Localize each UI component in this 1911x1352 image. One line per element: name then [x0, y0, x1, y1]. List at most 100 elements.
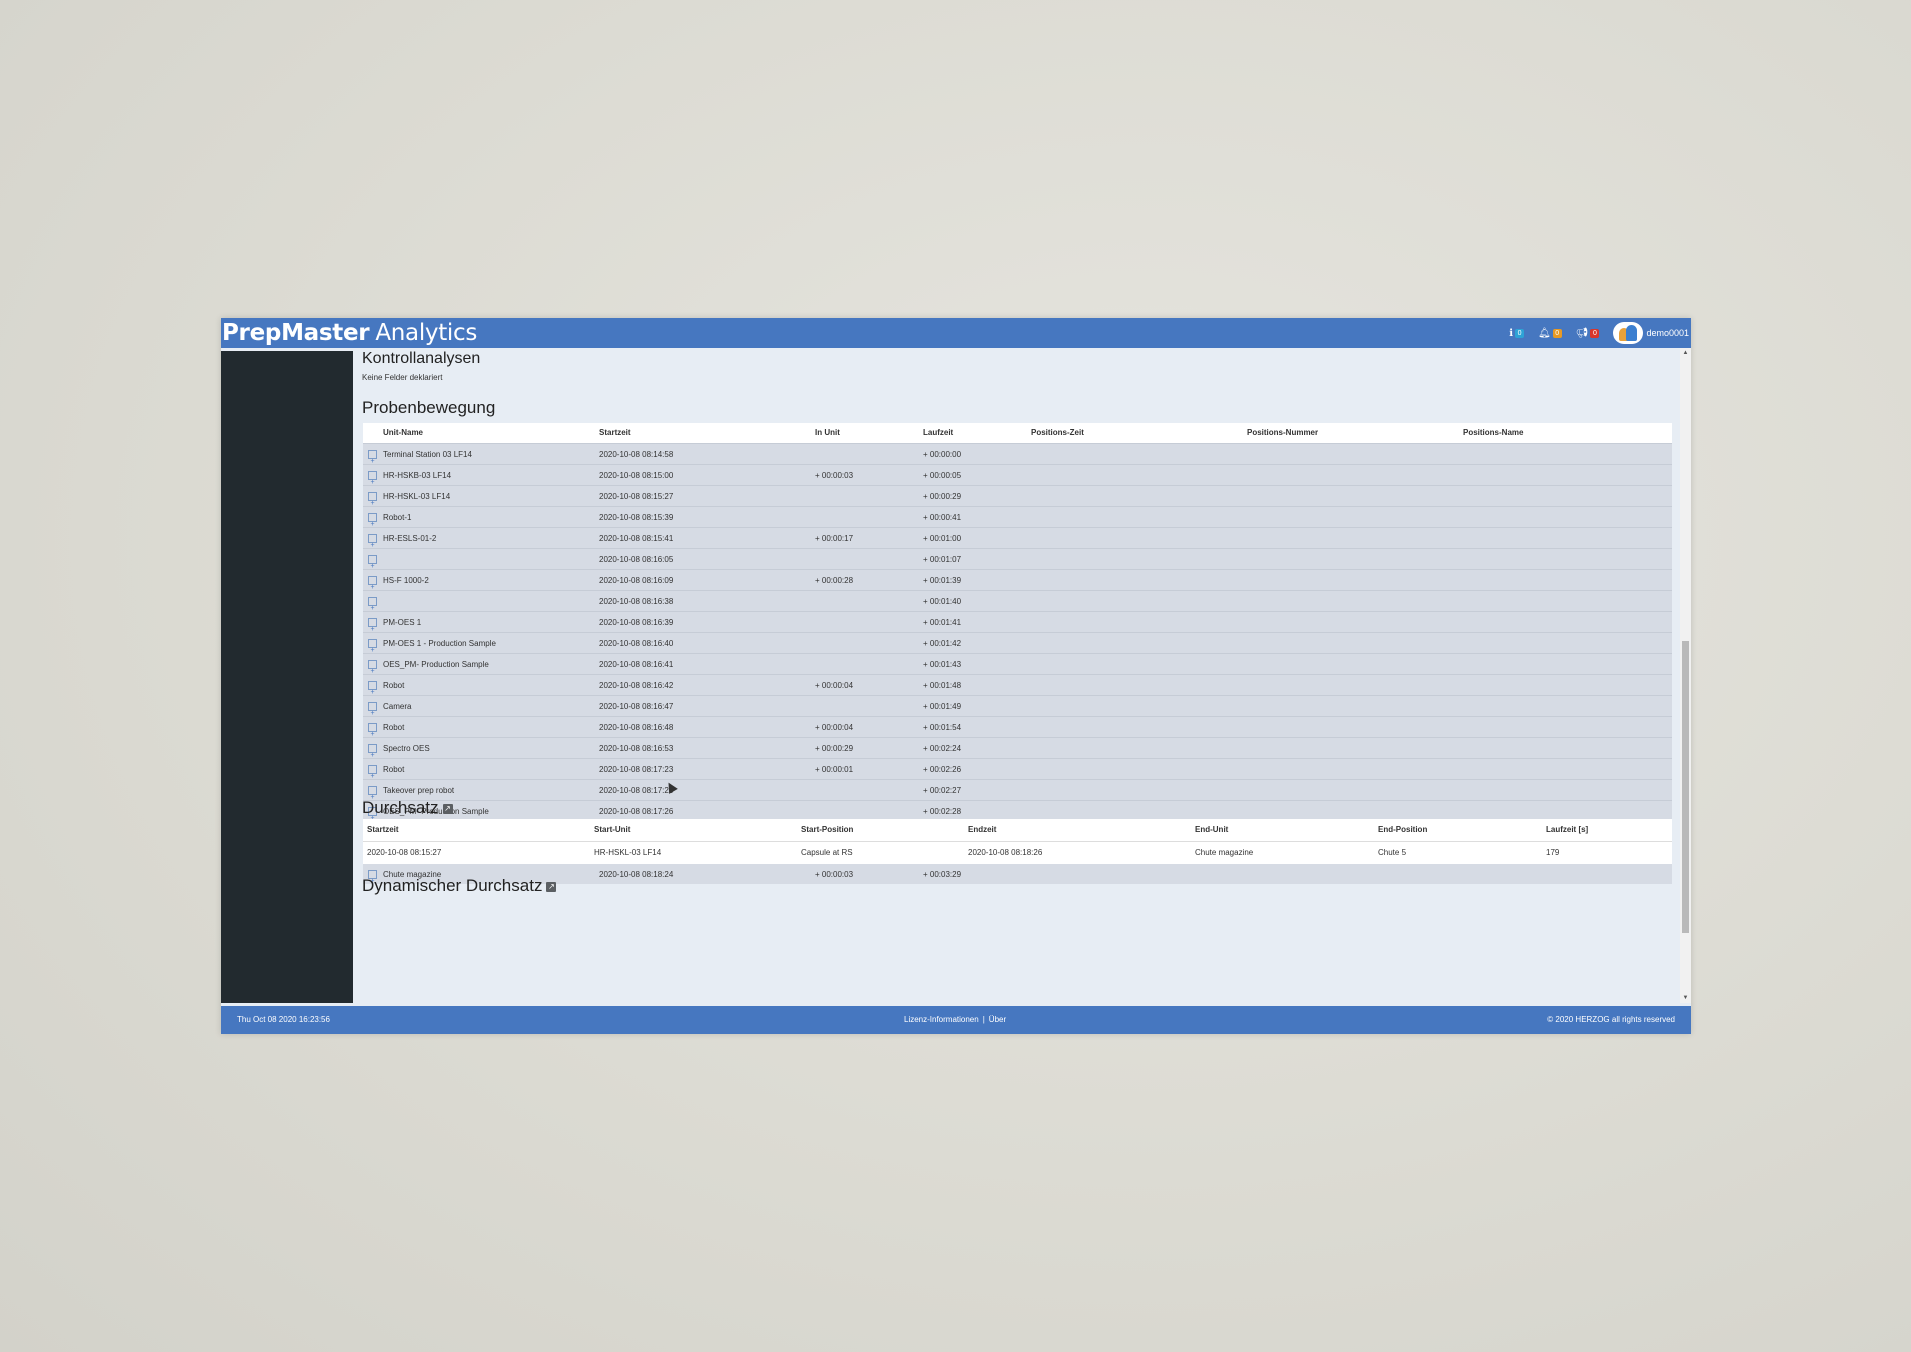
- table-row[interactable]: +PM-OES 1 - Production Sample2020-10-08 …: [363, 632, 1672, 654]
- info-notifications[interactable]: ℹ 0: [1509, 328, 1525, 339]
- col-header-laufzeit[interactable]: Laufzeit: [923, 423, 953, 443]
- durchsatz-title-text: Durchsatz: [362, 798, 439, 817]
- table-row[interactable]: + HR-HSKB-03 LF14 2020-10-08 08:15:00 + 00:…: [363, 464, 1672, 486]
- table-row[interactable]: +2020-10-08 08:16:05 + 00:01:07: [363, 548, 1672, 570]
- kontroll-note: Keine Felder deklariert: [362, 373, 443, 382]
- durchsatz-table: Startzeit Start-Unit Start-Position Endz…: [363, 819, 1672, 864]
- user-menu[interactable]: demo0001: [1613, 322, 1689, 344]
- col-header-start-position[interactable]: Start-Position: [801, 819, 853, 841]
- scroll-up-arrow-icon[interactable]: ▲: [1680, 348, 1691, 358]
- table-row[interactable]: +OES_PM- Production Sample2020-10-08 08:…: [363, 653, 1672, 675]
- cell-start-position: Capsule at RS: [801, 848, 853, 857]
- table-row[interactable]: + Camera 2020-10-08 08:16:47 + 00:01:49: [363, 695, 1672, 717]
- col-header-positions-nummer[interactable]: Positions-Nummer: [1247, 423, 1318, 443]
- cell-unit-name: PM-OES 1 - Production Sample: [383, 639, 496, 648]
- table-header: Startzeit Start-Unit Start-Position Endz…: [363, 819, 1672, 842]
- external-link-icon[interactable]: ↗: [546, 881, 557, 892]
- table-row[interactable]: + Terminal Station 03 LF14 2020-10-08 08:1…: [363, 443, 1672, 465]
- table-row[interactable]: +2020-10-08 08:16:38 + 00:01:40: [363, 590, 1672, 612]
- cell-laufzeit: + 00:00:05: [923, 471, 962, 480]
- warning-count-badge: 0: [1552, 328, 1562, 338]
- cell-laufzeit: + 00:01:00: [923, 534, 962, 543]
- col-header-end-unit[interactable]: End-Unit: [1195, 819, 1228, 841]
- cell-startzeit: 2020-10-08 08:16:41: [599, 660, 674, 669]
- cell-endzeit: 2020-10-08 08:18:26: [968, 848, 1043, 857]
- cell-laufzeit: + 00:03:29: [923, 870, 962, 879]
- cell-unit-name: Terminal Station 03 LF14: [383, 450, 472, 459]
- col-header-end-position[interactable]: End-Position: [1378, 819, 1427, 841]
- cell-unit-name: OES_PM- Production Sample: [383, 660, 489, 669]
- cell-in-unit: + 00:00:03: [815, 870, 854, 879]
- table-row[interactable]: + HR-ESLS-01-2 2020-10-08 08:15:41 + 00:00:…: [363, 527, 1672, 549]
- col-header-endzeit[interactable]: Endzeit: [968, 819, 996, 841]
- cell-laufzeit: + 00:01:42: [923, 639, 962, 648]
- col-header-in-unit[interactable]: In Unit: [815, 423, 840, 443]
- table-row[interactable]: + Spectro OES 2020-10-08 08:16:53 + 00:00:2…: [363, 737, 1672, 759]
- table-row[interactable]: + HR-HSKL-03 LF14 2020-10-08 08:15:27 + 00:…: [363, 485, 1672, 507]
- col-header-startzeit[interactable]: Startzeit: [367, 819, 399, 841]
- footer-separator: |: [982, 1015, 985, 1024]
- brand-name: PrepMaster: [222, 320, 370, 346]
- col-header-startzeit[interactable]: Startzeit: [599, 423, 631, 443]
- top-bar: PrepMaster Analytics ℹ 0 🔔︎ 0 📢︎ 0 demo00…: [221, 318, 1691, 348]
- cell-laufzeit: + 00:02:27: [923, 786, 962, 795]
- table-row[interactable]: + Robot-1 2020-10-08 08:15:39 + 00:00:41: [363, 506, 1672, 528]
- cell-unit-name: Camera: [383, 702, 412, 711]
- cell-laufzeit: + 00:01:48: [923, 681, 962, 690]
- cell-laufzeit: + 00:01:43: [923, 660, 962, 669]
- cell-laufzeit: + 00:00:29: [923, 492, 962, 501]
- scrollbar-thumb[interactable]: [1682, 641, 1689, 933]
- cell-unit-name: Robot: [383, 681, 405, 690]
- cell-startzeit: 2020-10-08 08:15:41: [599, 534, 674, 543]
- cell-unit-name: HR-HSKB-03 LF14: [383, 471, 452, 480]
- table-row[interactable]: +OES_PM- Production Sample2020-10-08 08:…: [363, 800, 1672, 822]
- col-header-unit-name[interactable]: Unit-Name: [383, 423, 423, 443]
- cell-startzeit: 2020-10-08 08:16:48: [599, 723, 674, 732]
- table-row[interactable]: + Chute magazine 2020-10-08 08:18:24 + 00:0…: [363, 863, 1672, 885]
- cell-in-unit: + 00:00:04: [815, 681, 854, 690]
- cell-unit-name: Robot-1: [383, 513, 412, 522]
- table-row[interactable]: + HS-F 1000-2 2020-10-08 08:16:09 + 00:00:2…: [363, 569, 1672, 591]
- table-row[interactable]: + PM-OES 1 2020-10-08 08:16:39 + 00:01:41: [363, 611, 1672, 633]
- col-header-positions-zeit[interactable]: Positions-Zeit: [1031, 423, 1084, 443]
- bell-icon: 🔔︎: [1538, 327, 1551, 339]
- cell-laufzeit: + 00:01:07: [923, 555, 962, 564]
- scroll-down-arrow-icon[interactable]: ▼: [1680, 993, 1691, 1003]
- cell-unit-name: HR-HSKL-03 LF14: [383, 492, 451, 501]
- cell-laufzeit: + 00:01:40: [923, 597, 962, 606]
- cell-startzeit: 2020-10-08 08:15:27: [367, 848, 442, 857]
- sidebar: [221, 351, 353, 1003]
- cell-startzeit: 2020-10-08 08:16:09: [599, 576, 674, 585]
- table-row[interactable]: 2020-10-08 08:15:27 HR-HSKL-03 LF14 Caps…: [363, 842, 1672, 864]
- table-row[interactable]: + Robot 2020-10-08 08:16:42 + 00:00:04 + 00:…: [363, 674, 1672, 696]
- col-header-laufzeit-s[interactable]: Laufzeit [s]: [1546, 819, 1588, 841]
- avatar: [1613, 322, 1644, 344]
- cell-in-unit: + 00:00:29: [815, 744, 854, 753]
- cell-unit-name: Spectro OES: [383, 744, 430, 753]
- col-header-positions-name[interactable]: Positions-Name: [1463, 423, 1523, 443]
- cell-startzeit: 2020-10-08 08:16:40: [599, 639, 674, 648]
- vertical-scrollbar[interactable]: ▲ ▼: [1680, 348, 1691, 1003]
- external-link-icon[interactable]: ↗: [442, 803, 453, 814]
- cell-startzeit: 2020-10-08 08:15:39: [599, 513, 674, 522]
- table-row[interactable]: + Robot 2020-10-08 08:17:23 + 00:00:01 + 00:…: [363, 758, 1672, 780]
- cell-startzeit: 2020-10-08 08:15:27: [599, 492, 674, 501]
- table-body: + Terminal Station 03 LF14 2020-10-08 08:1…: [363, 443, 1672, 885]
- cell-start-unit: HR-HSKL-03 LF14: [594, 848, 662, 857]
- cell-unit-name: PM-OES 1: [383, 618, 422, 627]
- cell-in-unit: + 00:00:28: [815, 576, 854, 585]
- table-row[interactable]: + Takeover prep robot 2020-10-08 08:17:25 +…: [363, 779, 1672, 801]
- warning-notifications[interactable]: 🔔︎ 0: [1538, 328, 1562, 339]
- about-link[interactable]: Über: [989, 1015, 1006, 1024]
- alert-notifications[interactable]: 📢︎ 0: [1576, 328, 1600, 339]
- license-link[interactable]: Lizenz-Informationen: [904, 1015, 979, 1024]
- probenbewegung-table: Unit-Name Startzeit In Unit Laufzeit Pos…: [363, 423, 1672, 885]
- section-title-durchsatz: Durchsatz ↗: [362, 798, 453, 818]
- table-row[interactable]: + Robot 2020-10-08 08:16:48 + 00:00:04 + 00:…: [363, 716, 1672, 738]
- app-window: PrepMaster Analytics ℹ 0 🔔︎ 0 📢︎ 0 demo00…: [221, 318, 1691, 1034]
- col-header-start-unit[interactable]: Start-Unit: [594, 819, 630, 841]
- alert-count-badge: 0: [1590, 328, 1600, 338]
- app-logo[interactable]: PrepMaster Analytics: [222, 319, 477, 347]
- megaphone-icon: 📢︎: [1575, 327, 1589, 339]
- cell-laufzeit: 179: [1546, 848, 1560, 857]
